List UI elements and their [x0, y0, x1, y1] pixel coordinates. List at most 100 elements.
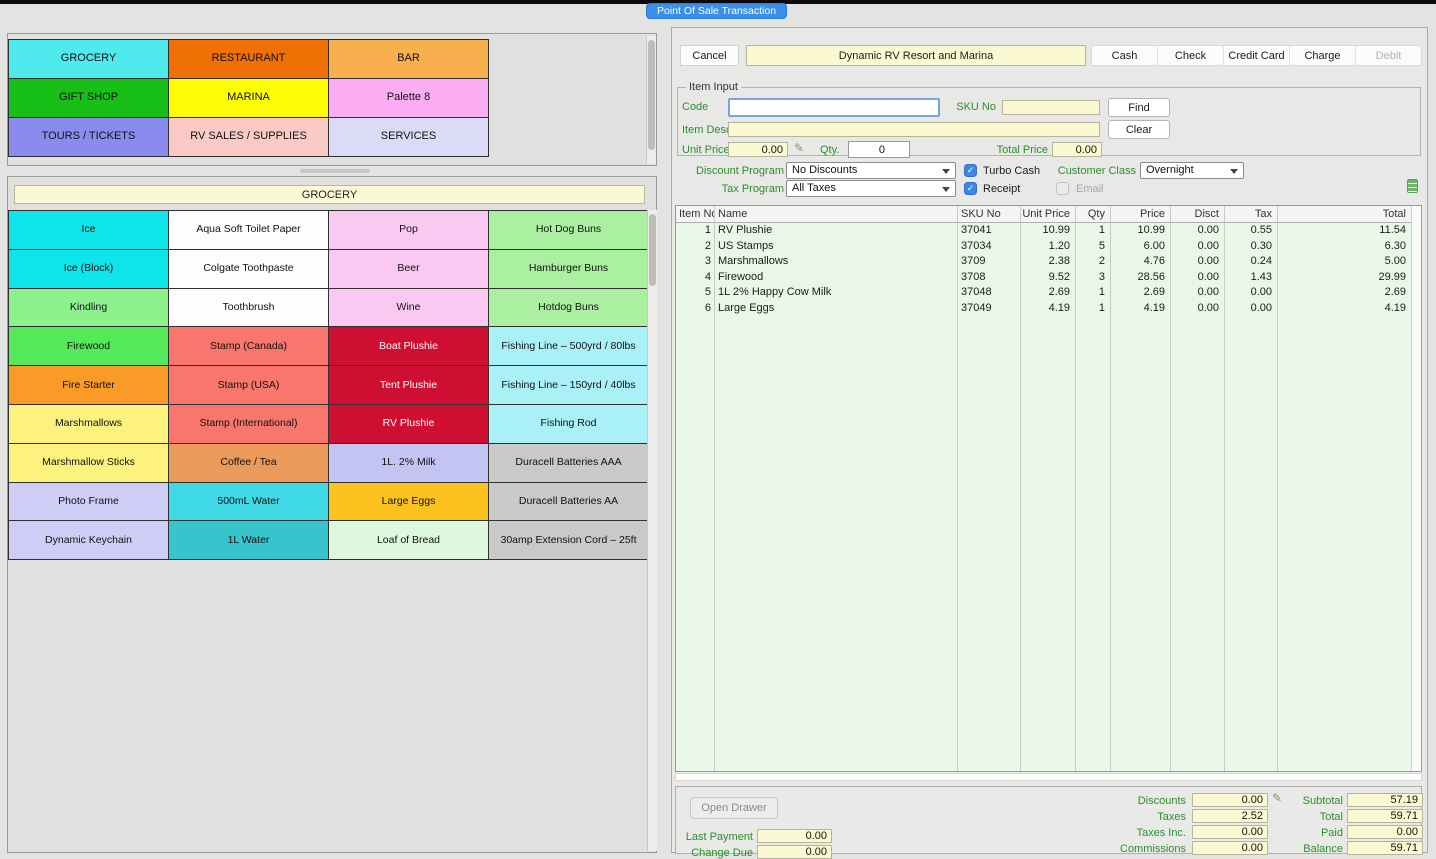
cell-total: 6.30: [1277, 239, 1413, 255]
item-button-wine[interactable]: Wine: [328, 288, 489, 328]
item-button-boat-plushie[interactable]: Boat Plushie: [328, 326, 489, 366]
item-button-firewood[interactable]: Firewood: [8, 326, 169, 366]
item-button-hotdog-buns[interactable]: Hotdog Buns: [488, 288, 649, 328]
items-table-hscrollbar[interactable]: [675, 773, 1422, 781]
category-button-palette-8[interactable]: Palette 8: [328, 78, 489, 118]
email-checkbox[interactable]: [1056, 182, 1069, 195]
table-row[interactable]: 6Large Eggs370494.1914.190.000.004.19: [676, 301, 1421, 317]
category-scrollbar[interactable]: [646, 36, 656, 164]
item-button-fishing-rod[interactable]: Fishing Rod: [488, 404, 649, 444]
table-column-divider: [1170, 206, 1171, 772]
item-button-rv-plushie[interactable]: RV Plushie: [328, 404, 489, 444]
unit-price-edit-pencil-icon[interactable]: ✎: [794, 142, 804, 154]
payment-button-credit-card[interactable]: Credit Card: [1224, 46, 1290, 65]
item-button-kindling[interactable]: Kindling: [8, 288, 169, 328]
item-button-large-eggs[interactable]: Large Eggs: [328, 482, 489, 522]
item-button-fishing-line-500yrd-80lbs[interactable]: Fishing Line – 500yrd / 80lbs: [488, 326, 649, 366]
item-button-duracell-batteries-aa[interactable]: Duracell Batteries AA: [488, 482, 649, 522]
item-button-hamburger-buns[interactable]: Hamburger Buns: [488, 249, 649, 289]
table-row[interactable]: 1RV Plushie3704110.99110.990.000.5511.54: [676, 223, 1421, 239]
total-price-input[interactable]: [1052, 142, 1102, 157]
items-table-scrollbar[interactable]: [1411, 206, 1421, 772]
find-button[interactable]: Find: [1108, 98, 1170, 117]
item-button-fire-starter[interactable]: Fire Starter: [8, 365, 169, 405]
qty-input[interactable]: [848, 141, 910, 158]
sku-input[interactable]: [1002, 100, 1100, 115]
table-row[interactable]: 51L 2% Happy Cow Milk370482.6912.690.000…: [676, 285, 1421, 301]
turbo-cash-checkbox[interactable]: ✓: [964, 164, 977, 177]
item-button-1l-2-milk[interactable]: 1L. 2% Milk: [328, 443, 489, 483]
category-button-restaurant[interactable]: RESTAURANT: [168, 39, 329, 79]
item-button-fishing-line-150yrd-40lbs[interactable]: Fishing Line – 150yrd / 40lbs: [488, 365, 649, 405]
category-button-grocery[interactable]: GROCERY: [8, 39, 169, 79]
category-button-marina[interactable]: MARINA: [168, 78, 329, 118]
total-price-label: Total Price: [988, 144, 1048, 156]
item-button-stamp-canada[interactable]: Stamp (Canada): [168, 326, 329, 366]
cell-qty: 1: [1075, 301, 1110, 317]
item-button-tent-plushie[interactable]: Tent Plushie: [328, 365, 489, 405]
table-row[interactable]: 3Marshmallows37092.3824.760.000.245.00: [676, 254, 1421, 270]
cancel-button[interactable]: Cancel: [680, 45, 739, 66]
customer-class-select[interactable]: Overnight: [1140, 162, 1244, 179]
code-input[interactable]: [728, 98, 940, 117]
payment-button-cash[interactable]: Cash: [1092, 46, 1158, 65]
item-button-photo-frame[interactable]: Photo Frame: [8, 482, 169, 522]
payment-button-check[interactable]: Check: [1158, 46, 1224, 65]
item-button-marshmallows[interactable]: Marshmallows: [8, 404, 169, 444]
category-button-gift-shop[interactable]: GIFT SHOP: [8, 78, 169, 118]
item-button-stamp-international[interactable]: Stamp (International): [168, 404, 329, 444]
item-button-toothbrush[interactable]: Toothbrush: [168, 288, 329, 328]
cell-name: Firewood: [714, 270, 957, 286]
item-button-coffee-tea[interactable]: Coffee / Tea: [168, 443, 329, 483]
item-button-1l-water[interactable]: 1L Water: [168, 520, 329, 560]
cell-price: 2.69: [1110, 285, 1170, 301]
category-button-rv-sales-supplies[interactable]: RV SALES / SUPPLIES: [168, 117, 329, 157]
item-button-duracell-batteries-aaa[interactable]: Duracell Batteries AAA: [488, 443, 649, 483]
item-button-pop[interactable]: Pop: [328, 210, 489, 250]
taxes-inc-label: Taxes Inc.: [1068, 827, 1186, 839]
cell-disct: 0.00: [1170, 285, 1224, 301]
grocery-scrollbar[interactable]: [647, 210, 657, 851]
table-row[interactable]: 4Firewood37089.52328.560.001.4329.99: [676, 270, 1421, 286]
item-button-marshmallow-sticks[interactable]: Marshmallow Sticks: [8, 443, 169, 483]
totals-panel: Open Drawer Last Payment 0.00 Change Due…: [675, 786, 1422, 854]
item-button-30amp-extension-cord-25ft[interactable]: 30amp Extension Cord – 25ft: [488, 520, 649, 560]
table-column-divider: [1075, 206, 1076, 772]
category-button-tours-tickets[interactable]: TOURS / TICKETS: [8, 117, 169, 157]
cell-name: RV Plushie: [714, 223, 957, 239]
item-button-colgate-toothpaste[interactable]: Colgate Toothpaste: [168, 249, 329, 289]
balance-label: Balance: [1266, 843, 1343, 855]
table-row[interactable]: 2US Stamps370341.2056.000.000.306.30: [676, 239, 1421, 255]
account-name-field[interactable]: Dynamic RV Resort and Marina: [746, 45, 1086, 66]
item-button-loaf-of-bread[interactable]: Loaf of Bread: [328, 520, 489, 560]
discount-program-select[interactable]: No Discounts: [786, 162, 956, 179]
category-button-bar[interactable]: BAR: [328, 39, 489, 79]
item-button-500ml-water[interactable]: 500mL Water: [168, 482, 329, 522]
item-button-aqua-soft-toilet-paper[interactable]: Aqua Soft Toilet Paper: [168, 210, 329, 250]
table-column-divider: [1224, 206, 1225, 772]
transaction-panel: Cancel Dynamic RV Resort and Marina Cash…: [671, 27, 1428, 853]
item-button-beer[interactable]: Beer: [328, 249, 489, 289]
change-due-label: Change Due: [676, 847, 753, 859]
item-desc-input[interactable]: [728, 122, 1100, 137]
item-button-ice[interactable]: Ice: [8, 210, 169, 250]
cell-item-no: 1: [676, 223, 714, 239]
item-button-stamp-usa[interactable]: Stamp (USA): [168, 365, 329, 405]
header-disct: Disct: [1170, 206, 1224, 222]
open-drawer-button[interactable]: Open Drawer: [690, 797, 778, 819]
category-scrollbar-thumb[interactable]: [648, 40, 655, 150]
tax-program-select[interactable]: All Taxes: [786, 180, 956, 197]
grocery-scrollbar-thumb[interactable]: [649, 214, 656, 286]
unit-price-input[interactable]: [728, 142, 788, 157]
clear-button[interactable]: Clear: [1108, 120, 1170, 139]
panel-splitter-grip[interactable]: [300, 169, 370, 173]
cell-name: Marshmallows: [714, 254, 957, 270]
item-button-ice-block[interactable]: Ice (Block): [8, 249, 169, 289]
receipt-icon[interactable]: [1407, 179, 1418, 193]
payment-button-charge[interactable]: Charge: [1290, 46, 1356, 65]
receipt-checkbox[interactable]: ✓: [964, 182, 977, 195]
item-button-hot-dog-buns[interactable]: Hot Dog Buns: [488, 210, 649, 250]
cell-price: 4.19: [1110, 301, 1170, 317]
category-button-services[interactable]: SERVICES: [328, 117, 489, 157]
item-button-dynamic-keychain[interactable]: Dynamic Keychain: [8, 520, 169, 560]
